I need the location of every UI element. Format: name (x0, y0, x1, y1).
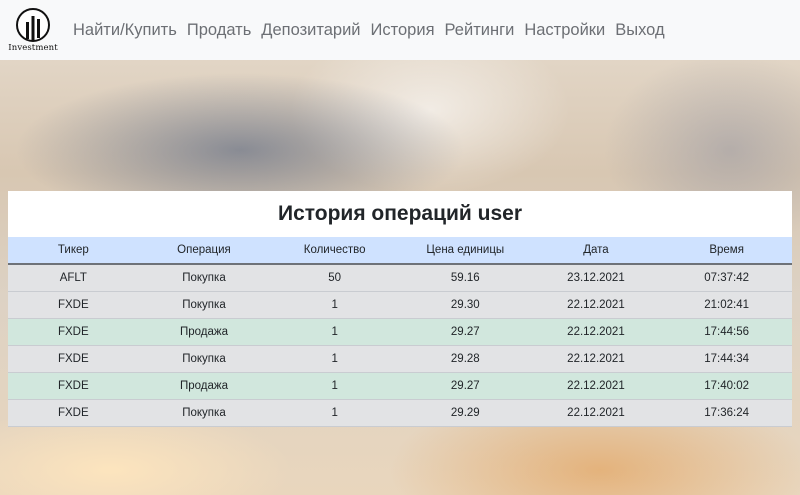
table-row: AFLT Покупка 50 59.16 23.12.2021 07:37:42 (8, 264, 792, 292)
cell-date: 22.12.2021 (530, 345, 662, 373)
column-header-date: Дата (530, 237, 662, 265)
nav-link-ratings[interactable]: Рейтинги (445, 21, 515, 40)
brand-home-link[interactable]: Investment (4, 0, 62, 60)
cell-operation: Покупка (138, 399, 270, 427)
top-navbar: Investment Найти/Купить Продать Депозита… (0, 0, 800, 60)
cell-ticker: FXDE (8, 318, 139, 346)
cell-unit-price: 29.27 (399, 372, 531, 400)
cell-quantity: 1 (269, 399, 400, 427)
cell-date: 23.12.2021 (530, 264, 662, 292)
cell-unit-price: 29.30 (399, 291, 531, 319)
table-row: FXDE Покупка 1 29.28 22.12.2021 17:44:34 (8, 345, 792, 373)
nav-link-logout[interactable]: Выход (615, 21, 664, 40)
cell-operation: Продажа (138, 318, 270, 346)
operations-table-body: AFLT Покупка 50 59.16 23.12.2021 07:37:42 FXDE… (8, 264, 792, 427)
cell-time: 17:44:56 (661, 318, 792, 346)
page-title: История операций user (277, 202, 523, 225)
column-header-operation: Операция (138, 237, 270, 265)
nav-link-find-buy[interactable]: Найти/Купить (73, 21, 177, 40)
table-row: FXDE Продажа 1 29.27 22.12.2021 17:40:02 (8, 372, 792, 400)
cell-time: 17:36:24 (661, 399, 792, 427)
nav-link-sell[interactable]: Продать (187, 21, 251, 40)
cell-date: 22.12.2021 (530, 291, 662, 319)
nav-link-depository[interactable]: Депозитарий (261, 21, 360, 40)
cell-quantity: 1 (269, 318, 400, 346)
cell-time: 07:37:42 (661, 264, 792, 292)
cell-operation: Покупка (138, 264, 270, 292)
column-header-unit-price: Цена единицы (399, 237, 531, 265)
operations-table: Тикер Операция Количество Цена единицы Д… (8, 237, 792, 427)
cell-date: 22.12.2021 (530, 372, 662, 400)
table-row: FXDE Покупка 1 29.30 22.12.2021 21:02:41 (8, 291, 792, 319)
cell-quantity: 1 (269, 372, 400, 400)
investment-logo-icon (16, 7, 50, 42)
cell-ticker: FXDE (8, 291, 139, 319)
cell-ticker: AFLT (8, 264, 139, 292)
table-header-row: Тикер Операция Количество Цена единицы Д… (8, 237, 792, 265)
cell-ticker: FXDE (8, 399, 139, 427)
main-menu: Найти/Купить Продать Депозитарий История… (73, 21, 675, 40)
brand-name: Investment (8, 42, 58, 53)
cell-quantity: 50 (269, 264, 400, 292)
table-row: FXDE Продажа 1 29.27 22.12.2021 17:44:56 (8, 318, 792, 346)
nav-link-history[interactable]: История (371, 21, 435, 40)
cell-operation: Покупка (138, 291, 270, 319)
cell-ticker: FXDE (8, 345, 139, 373)
cell-unit-price: 29.29 (399, 399, 531, 427)
cell-time: 17:40:02 (661, 372, 792, 400)
cell-time: 21:02:41 (661, 291, 792, 319)
column-header-ticker: Тикер (8, 237, 139, 265)
table-row: FXDE Покупка 1 29.29 22.12.2021 17:36:24 (8, 399, 792, 427)
cell-date: 22.12.2021 (530, 399, 662, 427)
cell-operation: Продажа (138, 372, 270, 400)
nav-link-settings[interactable]: Настройки (524, 21, 605, 40)
column-header-quantity: Количество (269, 237, 400, 265)
cell-unit-price: 29.28 (399, 345, 531, 373)
cell-quantity: 1 (269, 345, 400, 373)
history-card: История операций user Тикер Операция Кол… (8, 191, 792, 427)
cell-ticker: FXDE (8, 372, 139, 400)
cell-operation: Покупка (138, 345, 270, 373)
cell-date: 22.12.2021 (530, 318, 662, 346)
cell-unit-price: 29.27 (399, 318, 531, 346)
cell-quantity: 1 (269, 291, 400, 319)
column-header-time: Время (661, 237, 792, 265)
cell-unit-price: 59.16 (399, 264, 531, 292)
cell-time: 17:44:34 (661, 345, 792, 373)
